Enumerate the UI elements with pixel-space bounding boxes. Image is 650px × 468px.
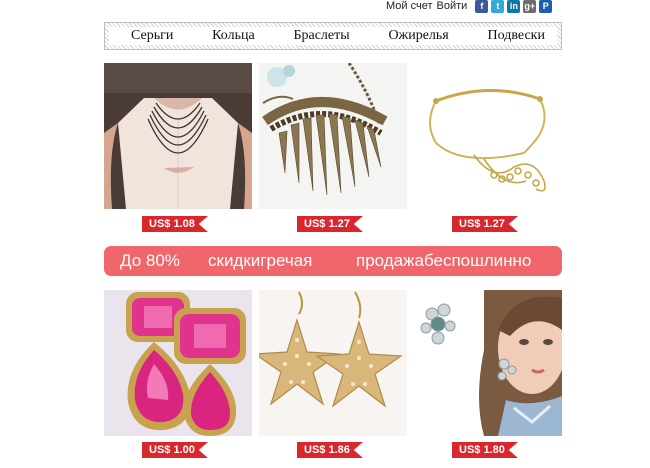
price-tag: US$ 1.80 bbox=[452, 442, 518, 458]
product-image-gold-collar[interactable] bbox=[414, 63, 562, 209]
product-card-crystal-earrings[interactable] bbox=[414, 290, 562, 436]
product-card-spike-necklace[interactable] bbox=[259, 63, 407, 209]
product-card-body-chain[interactable] bbox=[104, 63, 252, 209]
linkedin-icon[interactable]: in bbox=[507, 0, 521, 13]
price-tag: US$ 1.27 bbox=[452, 216, 518, 232]
category-nav: Серьги Кольца Браслеты Ожирелья Подвески bbox=[104, 22, 562, 50]
product-image-starfish-earrings[interactable] bbox=[259, 290, 407, 436]
nav-item-earrings[interactable]: Серьги bbox=[131, 28, 173, 44]
banner-sale: скидкигречая bbox=[208, 251, 313, 270]
googleplus-icon[interactable]: g+ bbox=[523, 0, 537, 13]
product-card-gold-collar[interactable] bbox=[414, 63, 562, 209]
my-account-link[interactable]: Мой счет bbox=[386, 0, 433, 12]
nav-item-rings[interactable]: Кольца bbox=[212, 28, 255, 44]
product-image-crystal-earrings[interactable] bbox=[414, 290, 562, 436]
nav-item-pendants[interactable]: Подвески bbox=[488, 28, 545, 44]
price-tag: US$ 1.86 bbox=[297, 442, 363, 458]
product-image-pink-earrings[interactable] bbox=[104, 290, 252, 436]
paypal-icon[interactable]: P bbox=[539, 0, 553, 13]
product-card-starfish-earrings[interactable] bbox=[259, 290, 407, 436]
nav-item-bracelets[interactable]: Браслеты bbox=[293, 28, 349, 44]
header-links: Мой счет Войти f t in g+ P bbox=[386, 0, 553, 13]
promo-banner[interactable]: До 80% скидкигречая продажабеспошлинно bbox=[104, 246, 562, 276]
twitter-icon[interactable]: t bbox=[491, 0, 505, 13]
login-link[interactable]: Войти bbox=[437, 0, 468, 12]
product-image-spike-necklace[interactable] bbox=[259, 63, 407, 209]
product-image-body-chain[interactable] bbox=[104, 63, 252, 209]
social-icons: f t in g+ P bbox=[475, 0, 553, 13]
facebook-icon[interactable]: f bbox=[475, 0, 489, 13]
banner-duty-free: продажабеспошлинно bbox=[356, 251, 532, 270]
price-tag: US$ 1.00 bbox=[142, 442, 208, 458]
product-card-pink-earrings[interactable] bbox=[104, 290, 252, 436]
nav-item-necklaces[interactable]: Ожирелья bbox=[388, 28, 448, 44]
banner-discount: До 80% bbox=[120, 251, 180, 270]
price-tag: US$ 1.27 bbox=[297, 216, 363, 232]
price-tag: US$ 1.08 bbox=[142, 216, 208, 232]
